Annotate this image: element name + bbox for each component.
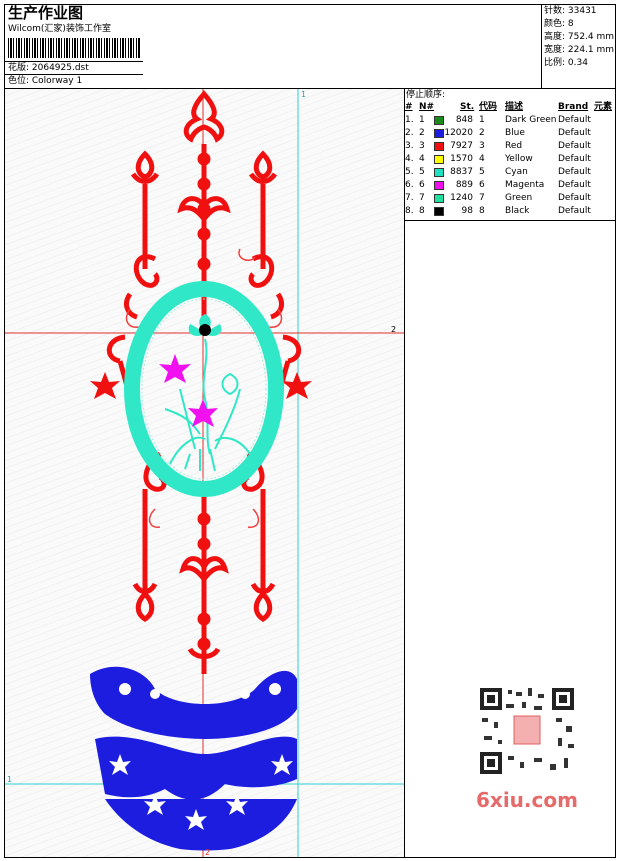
table-cell-n: 2 — [419, 128, 425, 138]
table-cell-idx: 1. — [405, 115, 414, 125]
color-swatch — [434, 155, 444, 164]
design-label: 花版: 2064925.dst — [8, 63, 89, 73]
table-cell-idx: 3. — [405, 141, 414, 151]
table-cell-brand: Default — [558, 115, 591, 125]
table-cell-code: 5 — [479, 167, 485, 177]
colorway-label: 色位: Colorway 1 — [8, 76, 83, 86]
table-cell-st: 1570 — [450, 154, 473, 164]
color-swatch — [434, 116, 444, 125]
table-cell-n: 7 — [419, 193, 425, 203]
divider — [404, 220, 616, 221]
table-cell-idx: 5. — [405, 167, 414, 177]
table-cell-st: 12020 — [444, 128, 473, 138]
design-preview[interactable]: 1 2 1 2 — [5, 89, 404, 857]
table-cell-n: 5 — [419, 167, 425, 177]
table-cell-brand: Default — [558, 193, 591, 203]
color-swatch — [434, 168, 444, 177]
guide-label: 1 — [301, 90, 306, 99]
table-cell-n: 4 — [419, 154, 425, 164]
barcode — [8, 38, 141, 58]
table-cell-code: 6 — [479, 180, 485, 190]
table-cell-brand: Default — [558, 167, 591, 177]
guide-label: 2 — [391, 325, 396, 334]
stat-scale: 比例: 0.34 — [544, 58, 588, 68]
qr-code-icon — [472, 680, 582, 782]
table-cell-desc: Black — [505, 206, 530, 216]
watermark-brand: 6xiu.com — [476, 788, 578, 812]
table-cell-desc: Yellow — [505, 154, 533, 164]
table-cell-n: 6 — [419, 180, 425, 190]
table-cell-desc: Blue — [505, 128, 525, 138]
table-cell-n: 1 — [419, 115, 425, 125]
column-header: # — [405, 102, 413, 112]
column-header: 元素 — [594, 102, 613, 112]
table-cell-code: 8 — [479, 206, 485, 216]
table-cell-st: 7927 — [450, 141, 473, 151]
divider — [4, 74, 143, 75]
table-cell-code: 3 — [479, 141, 485, 151]
table-cell-brand: Default — [558, 154, 591, 164]
table-cell-code: 2 — [479, 128, 485, 138]
table-cell-st: 98 — [461, 206, 473, 216]
page-title: 生产作业图 — [8, 4, 84, 22]
table-cell-brand: Default — [558, 180, 591, 190]
table-cell-idx: 4. — [405, 154, 414, 164]
guide-label: 1 — [7, 775, 12, 784]
color-swatch — [434, 194, 444, 203]
table-cell-desc: Green — [505, 193, 533, 203]
table-cell-code: 1 — [479, 115, 485, 125]
color-swatch — [434, 129, 444, 138]
embroidery-design: 1 2 1 2 — [5, 89, 404, 857]
column-header: St. — [460, 102, 475, 112]
divider — [541, 4, 542, 88]
table-cell-code: 4 — [479, 154, 485, 164]
table-cell-brand: Default — [558, 128, 591, 138]
cyan-plants — [164, 338, 251, 472]
table-cell-desc: Red — [505, 141, 523, 151]
table-cell-n: 3 — [419, 141, 425, 151]
black-center-dot — [199, 324, 211, 336]
color-swatch — [434, 181, 444, 190]
column-header: 描述 — [505, 102, 524, 112]
stat-height: 高度: 752.4 mm — [544, 32, 615, 42]
table-cell-st: 848 — [455, 115, 473, 125]
table-cell-st: 8837 — [450, 167, 473, 177]
seal-icon — [513, 715, 541, 745]
stop-sequence-title: 停止顺序: — [406, 90, 446, 100]
table-cell-idx: 8. — [405, 206, 414, 216]
table-cell-idx: 6. — [405, 180, 414, 190]
qr-code-graphic — [477, 685, 577, 777]
magenta-flowers — [159, 354, 218, 427]
guide-label: 2 — [205, 848, 210, 857]
table-cell-code: 7 — [479, 193, 485, 203]
table-cell-desc: Dark Green — [505, 115, 557, 125]
divider — [4, 61, 143, 62]
table-cell-desc: Cyan — [505, 167, 528, 177]
column-header: N# — [419, 102, 435, 112]
table-cell-idx: 2. — [405, 128, 414, 138]
stat-width: 宽度: 224.1 mm — [544, 45, 615, 55]
color-swatch — [434, 142, 444, 151]
table-cell-desc: Magenta — [505, 180, 545, 190]
table-cell-st: 889 — [455, 180, 473, 190]
table-cell-n: 8 — [419, 206, 425, 216]
column-header: 代码 — [479, 102, 498, 112]
table-cell-brand: Default — [558, 206, 591, 216]
table-cell-brand: Default — [558, 141, 591, 151]
table-cell-idx: 7. — [405, 193, 414, 203]
stat-colors: 颜色: 8 — [544, 19, 574, 29]
stop-sequence-table: 停止顺序: # N# St. 代码 描述 Brand 元素 1. 1 848 1 Dar… — [405, 89, 615, 220]
table-cell-st: 1240 — [450, 193, 473, 203]
stat-stitches: 针数: 33431 — [544, 6, 597, 16]
column-header: Brand — [558, 102, 589, 112]
color-swatch — [434, 207, 444, 216]
company-name: Wilcom(汇家)装饰工作室 — [8, 24, 111, 34]
